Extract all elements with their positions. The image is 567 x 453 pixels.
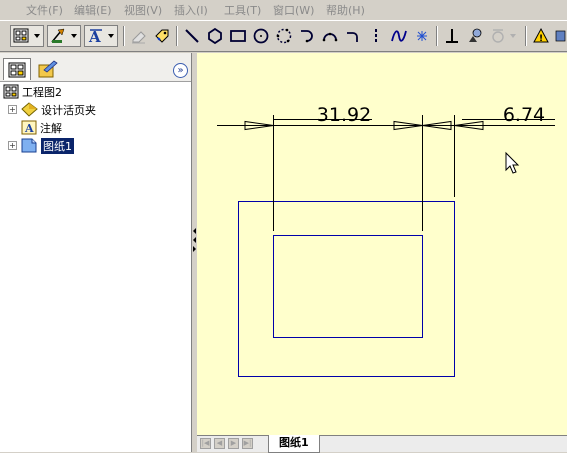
mouse-cursor-icon xyxy=(505,151,520,174)
drawing-view-button[interactable] xyxy=(10,25,44,47)
point-icon xyxy=(417,31,427,41)
annotation-icon: A xyxy=(21,120,37,135)
menu-file[interactable]: 文件(F) xyxy=(26,2,63,18)
arc-3pt-tool-button[interactable] xyxy=(320,25,340,47)
circle-3pt-icon xyxy=(276,28,292,44)
last-sheet-button[interactable]: ▶| xyxy=(242,438,253,449)
circle-3pt-tool-button[interactable] xyxy=(274,25,294,47)
arc-end-icon xyxy=(347,32,358,42)
pencil-icon xyxy=(51,28,77,43)
tangent-arc-icon xyxy=(301,30,313,43)
drawing-tree-icon xyxy=(8,62,26,77)
eraser-button[interactable] xyxy=(129,25,149,47)
point-tool-button[interactable] xyxy=(412,25,432,47)
drawing-document-icon xyxy=(3,84,19,99)
prev-sheet-button[interactable]: ◀ xyxy=(214,438,225,449)
tree-item-label: 注解 xyxy=(40,121,62,135)
polygon-tool-button[interactable] xyxy=(205,25,225,47)
dimension-text-offset[interactable]: 6.74 xyxy=(503,104,545,126)
menu-view[interactable]: 视图(V) xyxy=(124,2,162,18)
tab-drawing-tree[interactable] xyxy=(3,58,31,80)
toolbar-separator xyxy=(436,26,438,46)
drawing-view-icon xyxy=(13,28,40,43)
construction-line-tool-button[interactable] xyxy=(366,25,386,47)
expand-toggle[interactable]: + xyxy=(8,141,17,150)
tree-item-annotations[interactable]: A 注解 xyxy=(21,119,62,136)
menu-edit[interactable]: 编辑(E) xyxy=(74,2,112,18)
text-style-icon: A xyxy=(88,28,114,45)
drawing-canvas[interactable]: 31.92 6.74 xyxy=(197,53,567,435)
tag-button[interactable] xyxy=(152,25,172,47)
svg-text:A: A xyxy=(24,122,34,135)
move-tool-button[interactable] xyxy=(465,25,485,47)
sheet-tab-bar: |◀ ◀ ▶ ▶| xyxy=(197,435,567,452)
spline-icon xyxy=(391,30,407,42)
perpendicular-icon xyxy=(446,29,458,43)
text-style-button[interactable]: A xyxy=(84,25,118,47)
next-sheet-button[interactable]: ▶ xyxy=(228,438,239,449)
first-sheet-button[interactable]: |◀ xyxy=(200,438,211,449)
perpendicular-tool-button[interactable] xyxy=(442,25,462,47)
svg-text:!: ! xyxy=(539,34,543,44)
target-icon xyxy=(492,29,516,43)
construction-line-icon xyxy=(375,29,377,43)
edit-pencil-button[interactable] xyxy=(47,25,81,47)
tree-root[interactable]: 工程图2 xyxy=(3,83,62,100)
sketch-toolbar: A ! xyxy=(0,20,567,52)
menu-window[interactable]: 窗口(W) xyxy=(273,2,314,18)
feature-manager-panel: » 工程图2 + 设计活页夹 A 注解 + 图纸1 xyxy=(0,53,192,452)
tab-properties[interactable] xyxy=(33,58,61,80)
tree-item-label-selected: 图纸1 xyxy=(41,137,74,154)
tree-root-label: 工程图2 xyxy=(22,85,62,99)
toolbar-separator xyxy=(525,26,527,46)
eraser-icon xyxy=(132,31,146,44)
warning-icon: ! xyxy=(533,27,549,44)
drawing-svg: 31.92 6.74 xyxy=(217,104,555,377)
tag-icon xyxy=(155,29,169,43)
polygon-icon xyxy=(208,27,222,45)
circle-icon xyxy=(253,28,269,44)
more-icon xyxy=(555,30,566,42)
menu-tools[interactable]: 工具(T) xyxy=(224,2,261,18)
rectangle-icon xyxy=(230,30,246,42)
warning-button[interactable]: ! xyxy=(531,25,551,47)
spline-tool-button[interactable] xyxy=(389,25,409,47)
menu-insert[interactable]: 插入(I) xyxy=(174,2,208,18)
tree-item-label: 设计活页夹 xyxy=(41,103,96,117)
add-target-button[interactable] xyxy=(488,25,520,47)
properties-icon xyxy=(38,60,58,78)
tree-item-design-binder[interactable]: + 设计活页夹 xyxy=(8,101,96,118)
inner-rectangle[interactable] xyxy=(273,235,423,338)
move-icon xyxy=(469,28,482,42)
toolbar-separator xyxy=(123,26,125,46)
expand-toggle[interactable]: + xyxy=(8,105,17,114)
panel-tabs: » xyxy=(0,53,191,82)
collapse-panel-button[interactable]: » xyxy=(173,63,188,78)
diamond-folder-icon xyxy=(21,102,38,117)
tab-sheet1[interactable]: 图纸1 xyxy=(268,435,320,453)
arc-end-tool-button[interactable] xyxy=(343,25,363,47)
sheet-icon xyxy=(21,138,37,153)
line-icon xyxy=(185,29,199,43)
menu-bar: 文件(F) 编辑(E) 视图(V) 插入(I) 工具(T) 窗口(W) 帮助(H… xyxy=(0,0,567,18)
dimension-text-width[interactable]: 31.92 xyxy=(317,104,371,126)
line-tool-button[interactable] xyxy=(182,25,202,47)
arc-3pt-icon xyxy=(322,32,338,42)
tree-item-sheet1[interactable]: + 图纸1 xyxy=(8,137,74,154)
circle-tool-button[interactable] xyxy=(251,25,271,47)
more-tools-button[interactable] xyxy=(553,25,567,47)
rectangle-tool-button[interactable] xyxy=(228,25,248,47)
menu-help[interactable]: 帮助(H) xyxy=(326,2,365,18)
toolbar-separator xyxy=(176,26,178,46)
tangent-arc-tool-button[interactable] xyxy=(297,25,317,47)
